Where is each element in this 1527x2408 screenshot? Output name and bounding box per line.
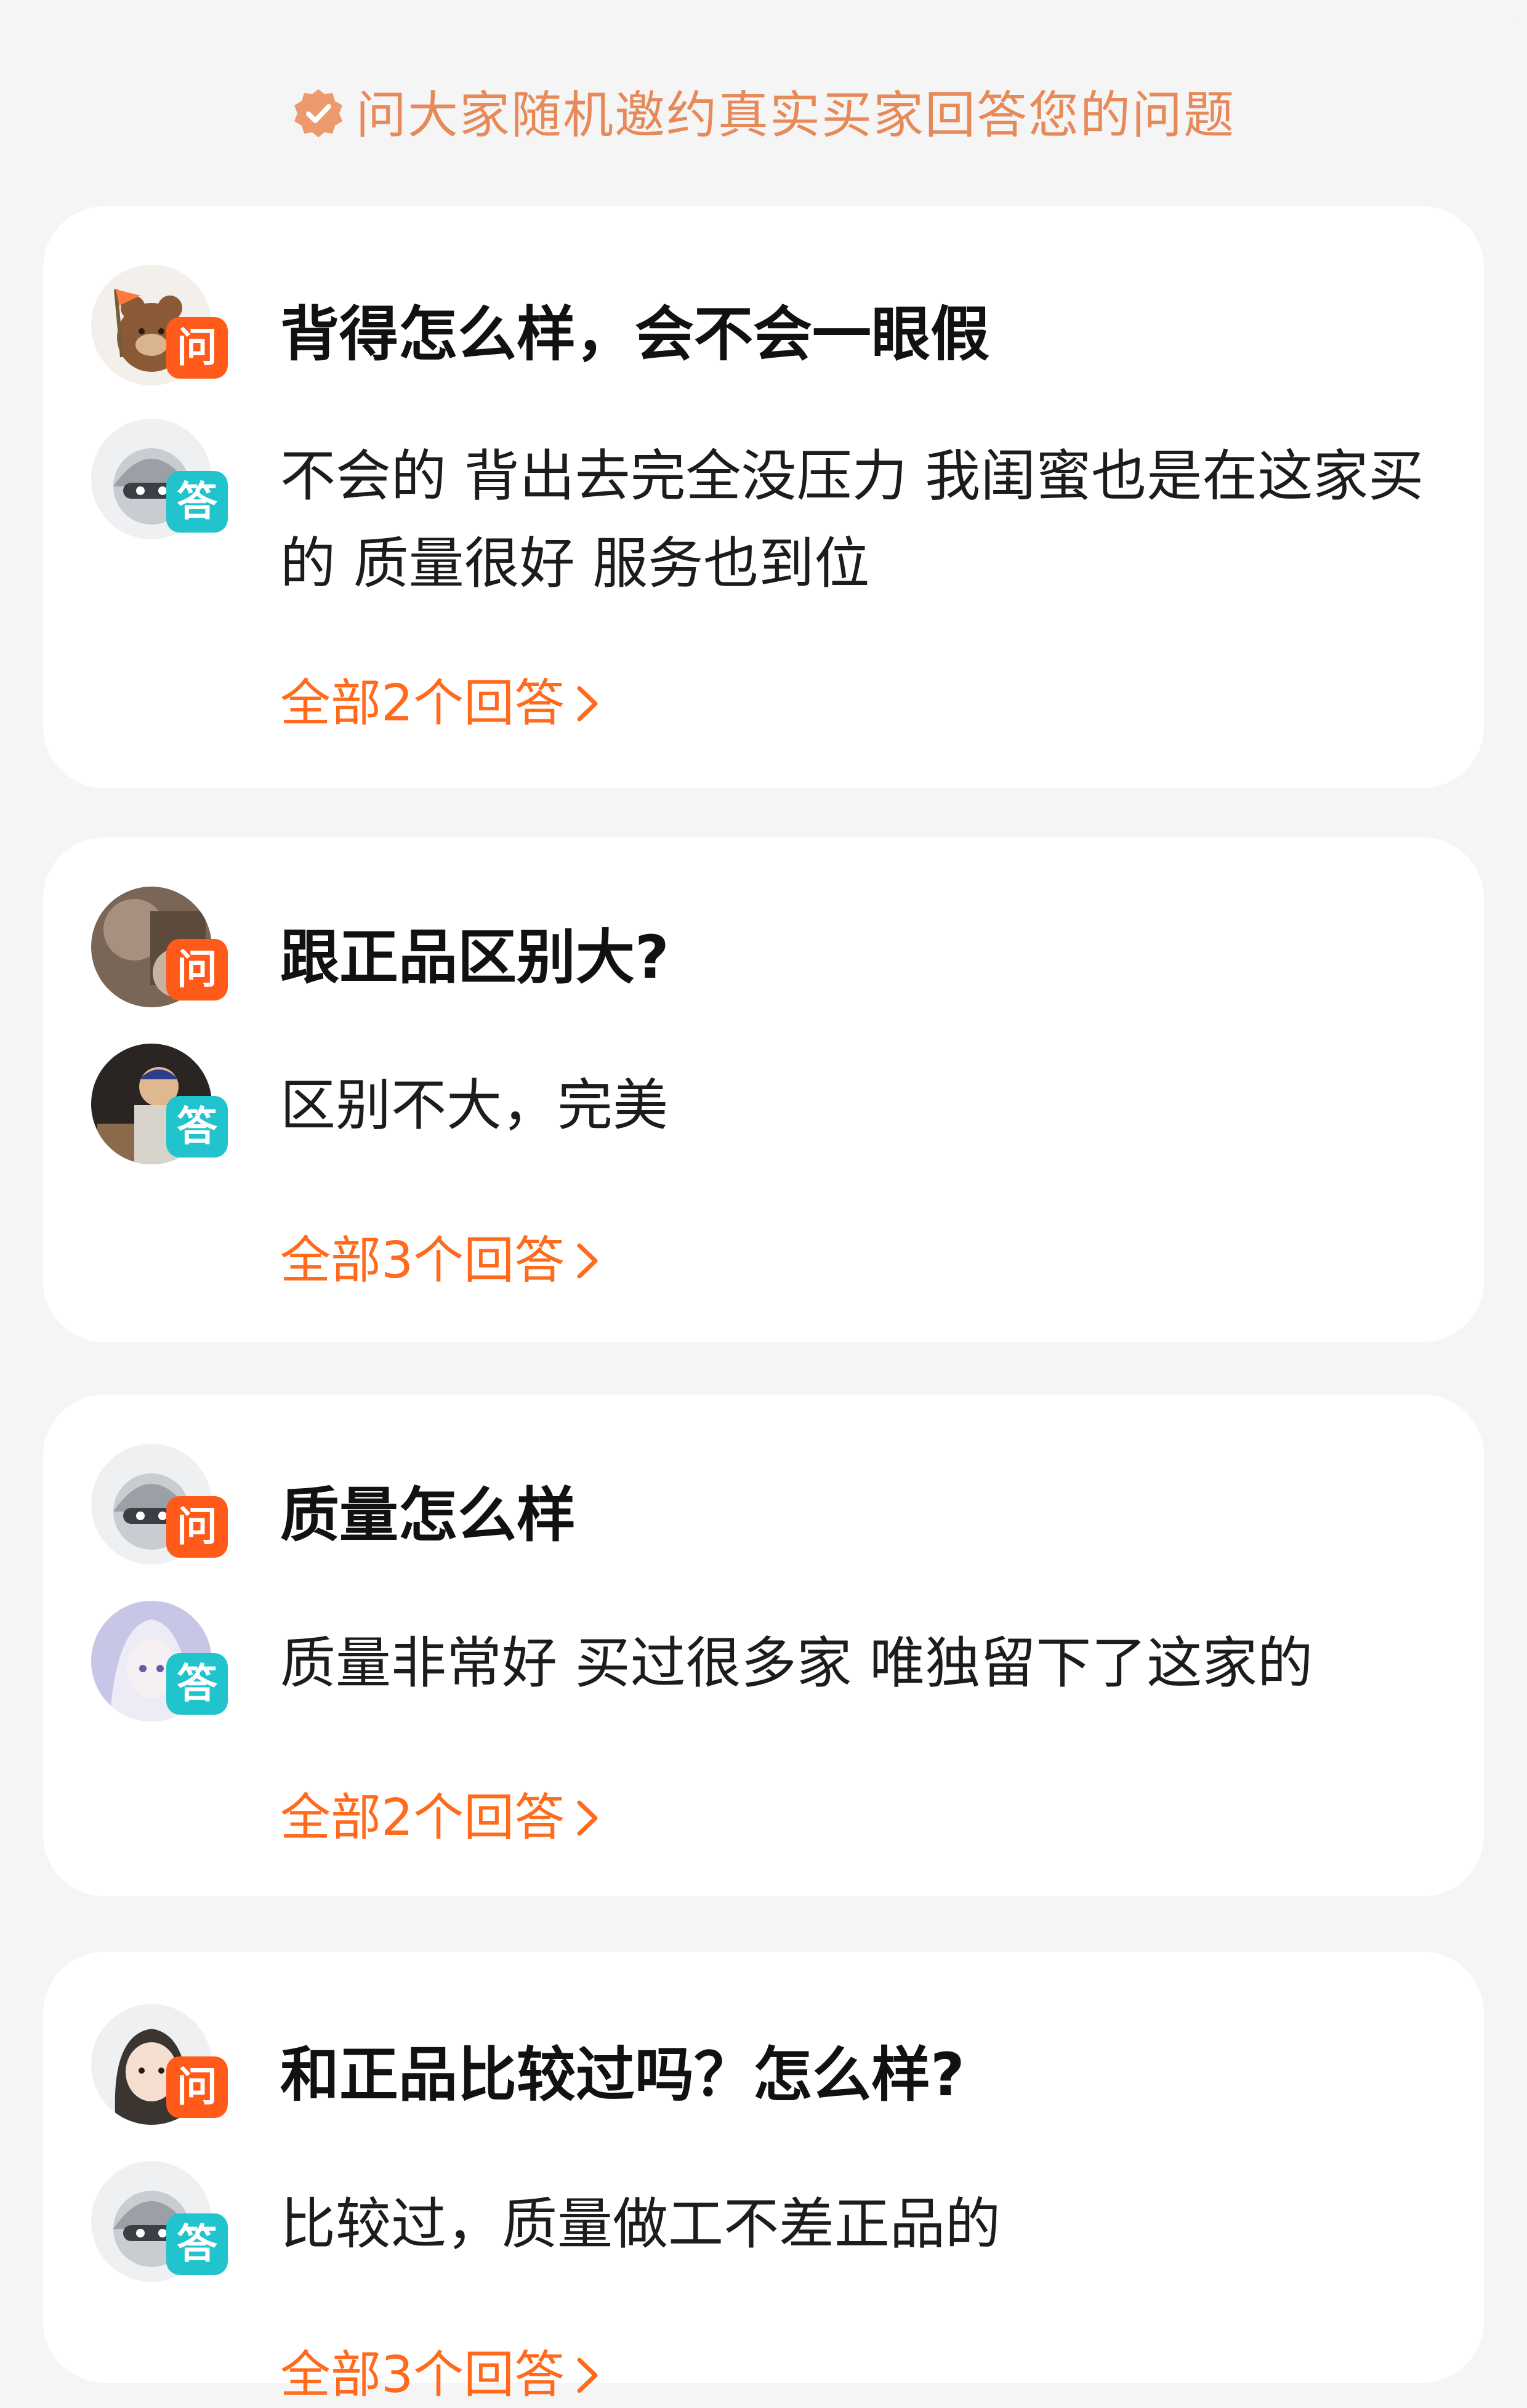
- verified-badge-icon: [292, 87, 345, 140]
- view-all-answers-link[interactable]: 全部2个回答: [280, 662, 600, 735]
- answer-tag: 答: [166, 471, 228, 533]
- ask-everyone-banner: 问大家随机邀约真实买家回答您的问题: [0, 74, 1527, 147]
- question-text[interactable]: 和正品比较过吗？怎么样?: [280, 2027, 965, 2112]
- answer-tag: 答: [166, 2213, 228, 2275]
- view-all-answers-label: 全部2个回答: [280, 1789, 565, 1847]
- answer-text: 不会的 背出去完全没压力 我闺蜜也是在这家买的 质量很好 服务也到位: [280, 444, 1424, 596]
- view-all-answers-link[interactable]: 全部3个回答: [280, 1219, 600, 1292]
- qa-panel: 问大家随机邀约真实买家回答您的问题 问 背得怎么样，会不会一眼假 答 不会的 背…: [0, 0, 1527, 2404]
- question-text[interactable]: 跟正品区别大?: [280, 909, 669, 995]
- qa-card[interactable]: 问 质量怎么样 答 质量非常好 买过很多家 唯独留下了这家的 全部2个回答: [43, 1395, 1484, 1896]
- question-text[interactable]: 质量怎么样: [280, 1467, 576, 1553]
- view-all-answers-label: 全部2个回答: [280, 674, 565, 733]
- question-tag: 问: [166, 1496, 228, 1558]
- qa-card[interactable]: 问 背得怎么样，会不会一眼假 答 不会的 背出去完全没压力 我闺蜜也是在这家买的…: [43, 206, 1484, 788]
- answer-text: 区别不大，完美: [280, 1073, 668, 1138]
- chevron-right-icon: [574, 678, 600, 722]
- qa-card[interactable]: 问 跟正品区别大? 答 区别不大，完美 全部3个回答: [43, 837, 1484, 1342]
- qa-card[interactable]: 问 和正品比较过吗？怎么样? 答 比较过，质量做工不差正品的 全部3个回答: [43, 1952, 1484, 2404]
- view-all-answers-link[interactable]: 全部2个回答: [280, 1776, 600, 1850]
- view-all-answers-label: 全部3个回答: [280, 1231, 565, 1290]
- question-tag: 问: [166, 317, 228, 379]
- chevron-right-icon: [574, 1235, 600, 1279]
- question-tag: 问: [166, 2056, 228, 2118]
- chevron-right-icon: [574, 1792, 600, 1836]
- question-tag: 问: [166, 939, 228, 1001]
- chevron-right-icon: [574, 2350, 600, 2393]
- question-text[interactable]: 背得怎么样，会不会一眼假: [280, 286, 989, 372]
- view-all-answers-label: 全部3个回答: [280, 2346, 565, 2404]
- answer-tag: 答: [166, 1096, 228, 1158]
- banner-text: 问大家随机邀约真实买家回答您的问题: [355, 86, 1235, 145]
- answer-text: 质量非常好 买过很多家 唯独留下了这家的: [280, 1631, 1313, 1696]
- answer-tag: 答: [166, 1653, 228, 1715]
- answer-text: 比较过，质量做工不差正品的: [280, 2192, 1001, 2257]
- view-all-answers-link[interactable]: 全部3个回答: [280, 2334, 600, 2407]
